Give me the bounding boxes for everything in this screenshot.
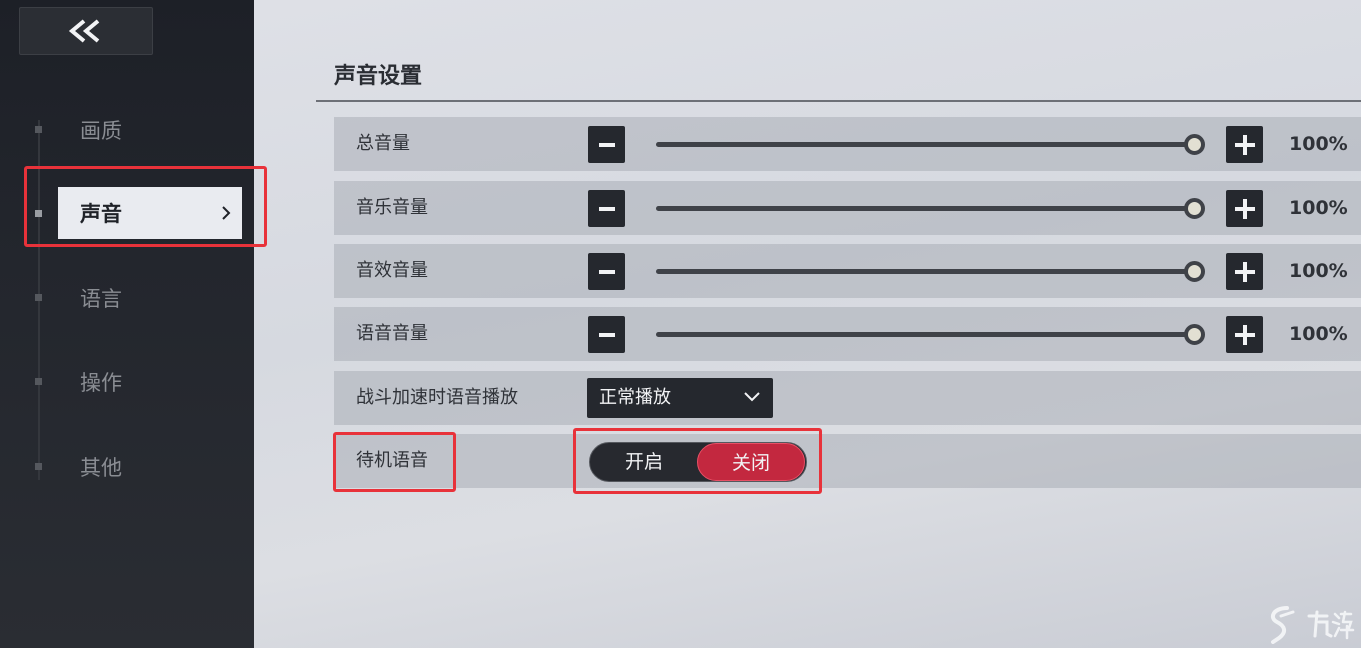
minus-icon	[598, 332, 615, 337]
highlight-box	[24, 166, 267, 247]
volume-slider-track[interactable]	[656, 269, 1196, 274]
volume-slider-track[interactable]	[656, 142, 1196, 147]
sidebar-item-other[interactable]: 其他	[58, 441, 242, 493]
row-label: 总音量	[356, 133, 410, 154]
idle-voice-row: 待机语音 开启 关闭	[334, 434, 1361, 488]
logo-icon	[1270, 606, 1295, 644]
minus-icon	[598, 206, 615, 211]
volume-slider-handle[interactable]	[1184, 324, 1205, 345]
page-title: 声音设置	[334, 64, 423, 89]
watermark-logo	[1263, 604, 1355, 644]
volume-slider-track[interactable]	[656, 332, 1196, 337]
volume-value: 100%	[1289, 323, 1348, 345]
volume-value: 100%	[1289, 260, 1348, 282]
nav-dot	[35, 378, 42, 385]
back-button[interactable]	[19, 7, 153, 55]
battle-voice-row: 战斗加速时语音播放 正常播放	[334, 371, 1361, 425]
increase-button[interactable]	[1226, 316, 1263, 353]
chevron-down-icon	[744, 392, 760, 402]
plus-icon	[1234, 324, 1255, 345]
dropdown-value: 正常播放	[599, 387, 671, 408]
row-label: 音效音量	[356, 260, 428, 281]
increase-button[interactable]	[1226, 253, 1263, 290]
volume-row: 音效音量 100%	[334, 244, 1361, 298]
sidebar-item-language[interactable]: 语言	[58, 272, 242, 324]
plus-icon	[1234, 261, 1255, 282]
minus-icon	[598, 142, 615, 147]
sidebar: 画质 声音 语言 操作 其他	[0, 0, 254, 648]
volume-slider-handle[interactable]	[1184, 198, 1205, 219]
plus-icon	[1234, 198, 1255, 219]
plus-icon	[1234, 134, 1255, 155]
highlight-box	[333, 432, 456, 492]
sidebar-item-label: 其他	[80, 456, 122, 480]
nav-dot	[35, 126, 42, 133]
volume-row: 音乐音量 100%	[334, 181, 1361, 235]
sidebar-item-controls[interactable]: 操作	[58, 356, 242, 408]
increase-button[interactable]	[1226, 126, 1263, 163]
nav-dot	[35, 294, 42, 301]
row-label: 战斗加速时语音播放	[356, 387, 518, 408]
row-label: 语音音量	[356, 323, 428, 344]
volume-row: 总音量 100%	[334, 117, 1361, 171]
sidebar-item-label: 语言	[80, 287, 122, 311]
volume-value: 100%	[1289, 133, 1348, 155]
decrease-button[interactable]	[588, 316, 625, 353]
double-chevron-left-icon	[68, 19, 100, 43]
volume-row: 语音音量 100%	[334, 307, 1361, 361]
volume-slider-handle[interactable]	[1184, 134, 1205, 155]
decrease-button[interactable]	[588, 190, 625, 227]
sidebar-item-graphics[interactable]: 画质	[58, 104, 242, 156]
battle-voice-dropdown[interactable]: 正常播放	[587, 378, 773, 418]
highlight-box	[573, 428, 822, 494]
nav-dot	[35, 463, 42, 470]
decrease-button[interactable]	[588, 126, 625, 163]
logo-text	[1307, 610, 1355, 640]
volume-slider-handle[interactable]	[1184, 261, 1205, 282]
volume-slider-track[interactable]	[656, 206, 1196, 211]
title-divider	[316, 100, 1361, 102]
decrease-button[interactable]	[588, 253, 625, 290]
volume-value: 100%	[1289, 197, 1348, 219]
sidebar-item-label: 操作	[80, 371, 122, 395]
minus-icon	[598, 269, 615, 274]
increase-button[interactable]	[1226, 190, 1263, 227]
row-label: 音乐音量	[356, 197, 428, 218]
sidebar-item-label: 画质	[80, 119, 122, 143]
